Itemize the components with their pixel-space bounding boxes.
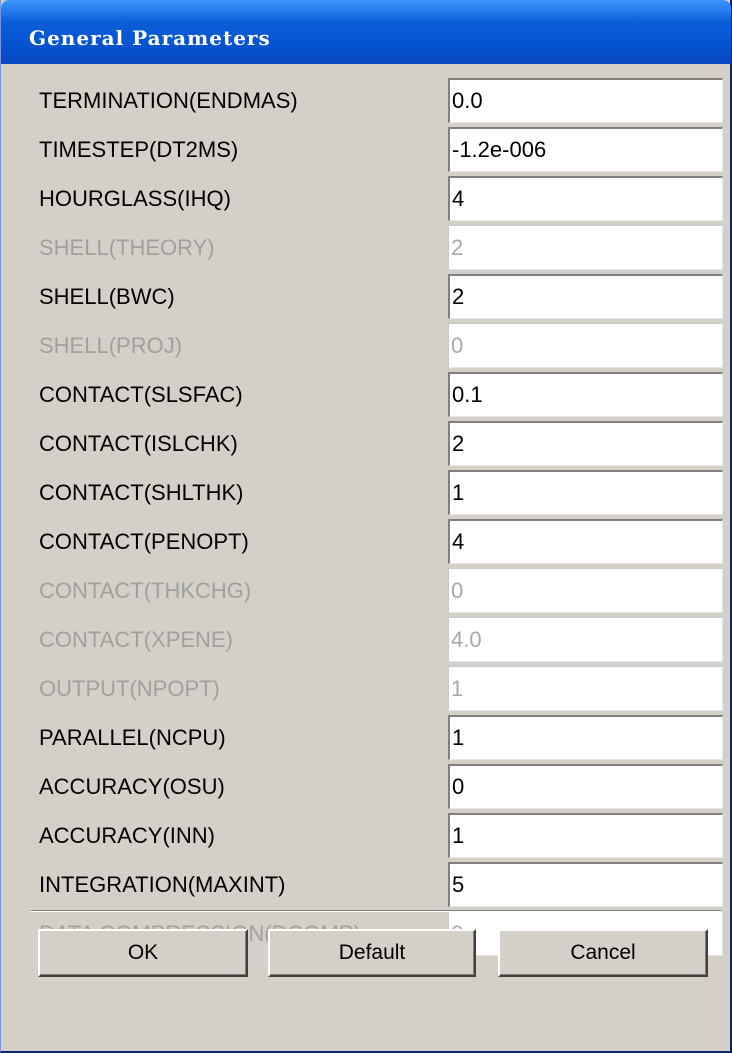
- default-button[interactable]: Default: [268, 929, 476, 977]
- param-row: SHELL(PROJ): [1, 321, 732, 370]
- param-row: HOURGLASS(IHQ): [1, 174, 732, 223]
- param-label: PARALLEL(NCPU): [39, 725, 226, 750]
- divider: [31, 910, 721, 912]
- param-row: TIMESTEP(DT2MS): [1, 125, 732, 174]
- param-value-field: [448, 617, 723, 662]
- param-label: SHELL(THEORY): [39, 235, 215, 260]
- cancel-button[interactable]: Cancel: [498, 929, 708, 977]
- param-label: SHELL(PROJ): [39, 333, 183, 358]
- param-label: HOURGLASS(IHQ): [39, 186, 231, 211]
- param-label: CONTACT(SLSFAC): [39, 382, 243, 407]
- param-value-field[interactable]: [448, 421, 723, 466]
- param-row: CONTACT(SLSFAC): [1, 370, 732, 419]
- param-value-field[interactable]: [448, 372, 723, 417]
- param-row: CONTACT(ISLCHK): [1, 419, 732, 468]
- param-row: SHELL(THEORY): [1, 223, 732, 272]
- param-value-field[interactable]: [448, 764, 723, 809]
- param-value-field[interactable]: [448, 519, 723, 564]
- param-label: ACCURACY(INN): [39, 823, 215, 848]
- param-row: OUTPUT(NPOPT): [1, 664, 732, 713]
- param-row: PARALLEL(NCPU): [1, 713, 732, 762]
- param-label: CONTACT(THKCHG): [39, 578, 252, 603]
- param-row: ACCURACY(OSU): [1, 762, 732, 811]
- dialog-title: General Parameters: [29, 26, 271, 50]
- param-value-field[interactable]: [448, 715, 723, 760]
- param-value-field[interactable]: [448, 274, 723, 319]
- param-row: CONTACT(XPENE): [1, 615, 732, 664]
- param-row: SHELL(BWC): [1, 272, 732, 321]
- param-row: CONTACT(PENOPT): [1, 517, 732, 566]
- param-row: ACCURACY(INN): [1, 811, 732, 860]
- param-label: ACCURACY(OSU): [39, 774, 225, 799]
- param-label: INTEGRATION(MAXINT): [39, 872, 286, 897]
- param-value-field[interactable]: [448, 813, 723, 858]
- title-bar[interactable]: General Parameters: [1, 0, 731, 64]
- param-label: TERMINATION(ENDMAS): [39, 88, 298, 113]
- param-value-field: [448, 568, 723, 613]
- param-value-field[interactable]: [448, 176, 723, 221]
- param-value-field[interactable]: [448, 78, 723, 123]
- param-value-field: [448, 666, 723, 711]
- param-value-field[interactable]: [448, 127, 723, 172]
- param-label: OUTPUT(NPOPT): [39, 676, 220, 701]
- param-label: CONTACT(PENOPT): [39, 529, 249, 554]
- param-label: CONTACT(XPENE): [39, 627, 233, 652]
- param-row: CONTACT(SHLTHK): [1, 468, 732, 517]
- param-value-field[interactable]: [448, 862, 723, 907]
- param-value-field: [448, 323, 723, 368]
- param-value-field[interactable]: [448, 470, 723, 515]
- param-label: SHELL(BWC): [39, 284, 175, 309]
- param-label: TIMESTEP(DT2MS): [39, 137, 239, 162]
- param-label: CONTACT(ISLCHK): [39, 431, 238, 456]
- ok-button[interactable]: OK: [38, 929, 248, 977]
- param-row: CONTACT(THKCHG): [1, 566, 732, 615]
- param-value-field: [448, 225, 723, 270]
- general-parameters-dialog: General Parameters TERMINATION(ENDMAS) TI…: [0, 0, 732, 1053]
- param-row: INTEGRATION(MAXINT): [1, 860, 732, 909]
- param-label: CONTACT(SHLTHK): [39, 480, 244, 505]
- param-row: TERMINATION(ENDMAS): [1, 76, 732, 125]
